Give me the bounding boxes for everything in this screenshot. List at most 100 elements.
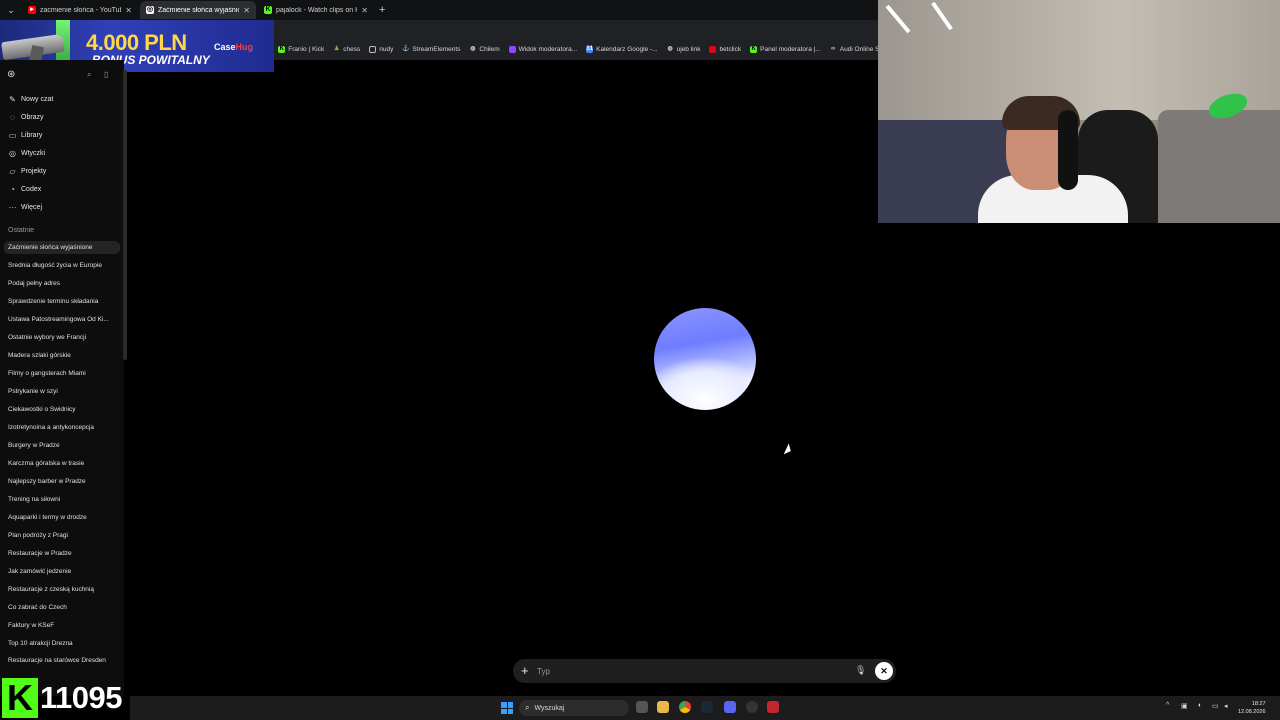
chess-icon: ♟ <box>334 45 340 52</box>
tab-kick[interactable]: K pajalock - Watch clips on Kick ✕ <box>258 1 374 19</box>
history-item[interactable]: Burgery w Pradze <box>8 442 118 449</box>
history-item[interactable]: Top 10 atrakcji Drezna <box>8 640 118 647</box>
history-item[interactable]: Trening na siłowni <box>8 496 118 503</box>
bookmark-chilem[interactable]: ◍ Chiłem <box>469 46 499 53</box>
bookmark-panel-moderatora[interactable]: K Panel moderatora |... <box>750 45 821 53</box>
tab-search-icon[interactable]: ⌄ <box>4 3 18 17</box>
history-item[interactable]: Restauracje na starówce Dresden <box>8 657 118 664</box>
message-input[interactable] <box>537 664 837 678</box>
bookmark-chess[interactable]: ♟ chess <box>333 46 360 53</box>
history-item[interactable]: Aquaparki i termy w drodze <box>8 514 118 521</box>
sidebar-item-new-chat[interactable]: ✎ Nowy czat <box>8 92 53 106</box>
history-item[interactable]: Restauracje z czeską kuchnią <box>8 586 118 593</box>
search-icon[interactable]: ⌕ <box>87 70 91 80</box>
history-item[interactable]: Co zabrać do Czech <box>8 604 118 611</box>
sidebar-item-library[interactable]: ▭ Library <box>8 128 43 142</box>
bookmark-widok-moderatora[interactable]: Widok moderatora... <box>508 45 577 53</box>
history-item[interactable]: Faktury w KSeF <box>8 622 118 629</box>
codex-icon: ◔ <box>10 184 15 194</box>
sidebar-scrollbar[interactable] <box>123 70 127 360</box>
tab-chat[interactable]: ◎ Zaćmienie słońca wyjaśnio ✕ <box>140 1 256 19</box>
history-item[interactable]: Jak zamówić jedzenie <box>8 568 118 575</box>
nav-label: Codex <box>21 185 42 193</box>
new-tab-button[interactable]: + <box>379 3 385 17</box>
shield-app-icon[interactable] <box>767 701 779 713</box>
headset-icon <box>1058 110 1078 190</box>
bookmark-label: nudy <box>379 45 394 53</box>
nav-label: Obrazy <box>21 113 44 121</box>
history-item-active[interactable]: Zaćmienie słońca wyjaśnione <box>4 241 120 254</box>
bookmark-betclick[interactable]: betclick <box>709 45 741 53</box>
promo-brand: CaseHug <box>214 42 253 52</box>
bookmark-label: Panel moderatora |... <box>760 45 821 53</box>
sidebar-item-projects[interactable]: ▱ Projekty <box>8 164 46 178</box>
taskbar-search[interactable]: ⌕ Wyszukaj <box>519 700 629 716</box>
bookmarks-bar: op KFranio | Kick ♟chess nudy ⚓StreamEle… <box>262 42 893 56</box>
nav-label: Projekty <box>21 167 47 175</box>
close-tab-icon[interactable]: ✕ <box>243 6 250 15</box>
end-voice-button[interactable]: ✕ <box>875 662 893 680</box>
brand-suffix: Hug <box>235 42 254 52</box>
bookmark-ujeb-link[interactable]: ◍ ujeb link <box>667 45 700 53</box>
file-explorer-icon[interactable] <box>657 701 669 713</box>
streamer-webcam <box>878 0 1280 223</box>
steam-icon[interactable] <box>701 701 713 713</box>
discord-icon[interactable] <box>724 701 736 713</box>
message-composer: + 🎙︎ ✕ <box>513 659 896 683</box>
sidebar-item-plugins[interactable]: ◎ Wtyczki <box>8 146 45 160</box>
openai-logo-icon[interactable]: ⊛ <box>7 69 15 80</box>
history-item[interactable]: Ustawa Patostreamingowa Od Ki... <box>8 316 118 323</box>
tray-chevron-icon[interactable]: ^ <box>1166 702 1169 709</box>
twitch-icon <box>508 45 516 53</box>
sidebar-item-more[interactable]: ··· Więcej <box>8 200 43 214</box>
tab-title: Zaćmienie słońca wyjaśnio <box>158 6 240 14</box>
sidebar-item-codex[interactable]: ◔ Codex <box>8 182 41 196</box>
bookmark-label: StreamElements <box>412 45 461 53</box>
history-item[interactable]: Najlepszy barber w Pradze <box>8 478 118 485</box>
history-item[interactable]: Karczma góralska w trasie <box>8 460 118 467</box>
history-item[interactable]: Ostatnie wybory we Francji <box>8 334 118 341</box>
calendar-icon: 31 <box>586 45 594 53</box>
history-item[interactable]: Średnia długość życia w Europie <box>8 262 118 269</box>
chrome-icon[interactable] <box>679 701 691 713</box>
tab-title: pajalock - Watch clips on Kick <box>276 6 357 14</box>
taskbar-clock[interactable]: 18:27 12.08.2026 <box>1238 700 1266 716</box>
kick-counter-overlay: K 11095 <box>0 676 130 720</box>
obs-icon[interactable] <box>746 701 758 713</box>
tab-youtube[interactable]: ▸ zacmienie słońca - YouTube ✕ <box>22 1 138 19</box>
folder-icon <box>369 45 377 53</box>
tray-app-icon[interactable]: ▣ <box>1181 702 1188 710</box>
bookmark-label: chess <box>343 45 361 53</box>
bookmark-kalendarz[interactable]: 31 Kalendarz Google -... <box>586 45 658 53</box>
close-tab-icon[interactable]: ✕ <box>125 6 132 15</box>
sidebar-toggle-icon[interactable]: ▯ <box>104 70 108 79</box>
streamelements-icon: ⚓ <box>402 45 410 52</box>
history-item[interactable]: Madera szlaki górskie <box>8 352 118 359</box>
history-item[interactable]: Ciekawostki o Świdnicy <box>8 406 118 413</box>
task-view-icon[interactable] <box>636 701 648 713</box>
bookmark-franio-kick[interactable]: K Franio | Kick <box>278 45 324 53</box>
history-item[interactable]: Izotretynoina a antykoncepcja <box>8 424 118 431</box>
bookmark-nudy[interactable]: nudy <box>369 45 394 53</box>
history-item[interactable]: Restauracje w Pradze <box>8 550 118 557</box>
folder-icon: ▱ <box>9 166 16 176</box>
sidebar-item-images[interactable]: ◌ Obrazy <box>8 110 44 124</box>
tray-mic-icon[interactable]: ◐ <box>1198 702 1202 709</box>
mic-muted-icon[interactable]: 🎙︎ <box>855 665 866 676</box>
volume-icon[interactable]: ◂ <box>1224 702 1228 710</box>
history-item[interactable]: Podaj pełny adres <box>8 280 118 287</box>
search-icon: ⌕ <box>525 703 530 712</box>
globe-icon: ◍ <box>667 45 673 52</box>
taskbar-search-label: Wyszukaj <box>534 704 565 712</box>
globe-icon: ◍ <box>470 45 476 52</box>
network-icon[interactable]: ▭ <box>1212 702 1219 710</box>
bookmark-streamelements[interactable]: ⚓ StreamElements <box>402 46 460 53</box>
history-item[interactable]: Pstrykanie w szyi <box>8 388 118 395</box>
history-item[interactable]: Sprawdzenie terminu składania <box>8 298 118 305</box>
windows-start-icon[interactable] <box>501 702 513 714</box>
add-attachment-button[interactable]: + <box>521 663 529 679</box>
close-tab-icon[interactable]: ✕ <box>361 6 368 15</box>
history-item[interactable]: Filmy o gangsterach Miami <box>8 370 118 377</box>
brand-name: Case <box>214 42 236 52</box>
history-item[interactable]: Plan podróży z Pragi <box>8 532 118 539</box>
